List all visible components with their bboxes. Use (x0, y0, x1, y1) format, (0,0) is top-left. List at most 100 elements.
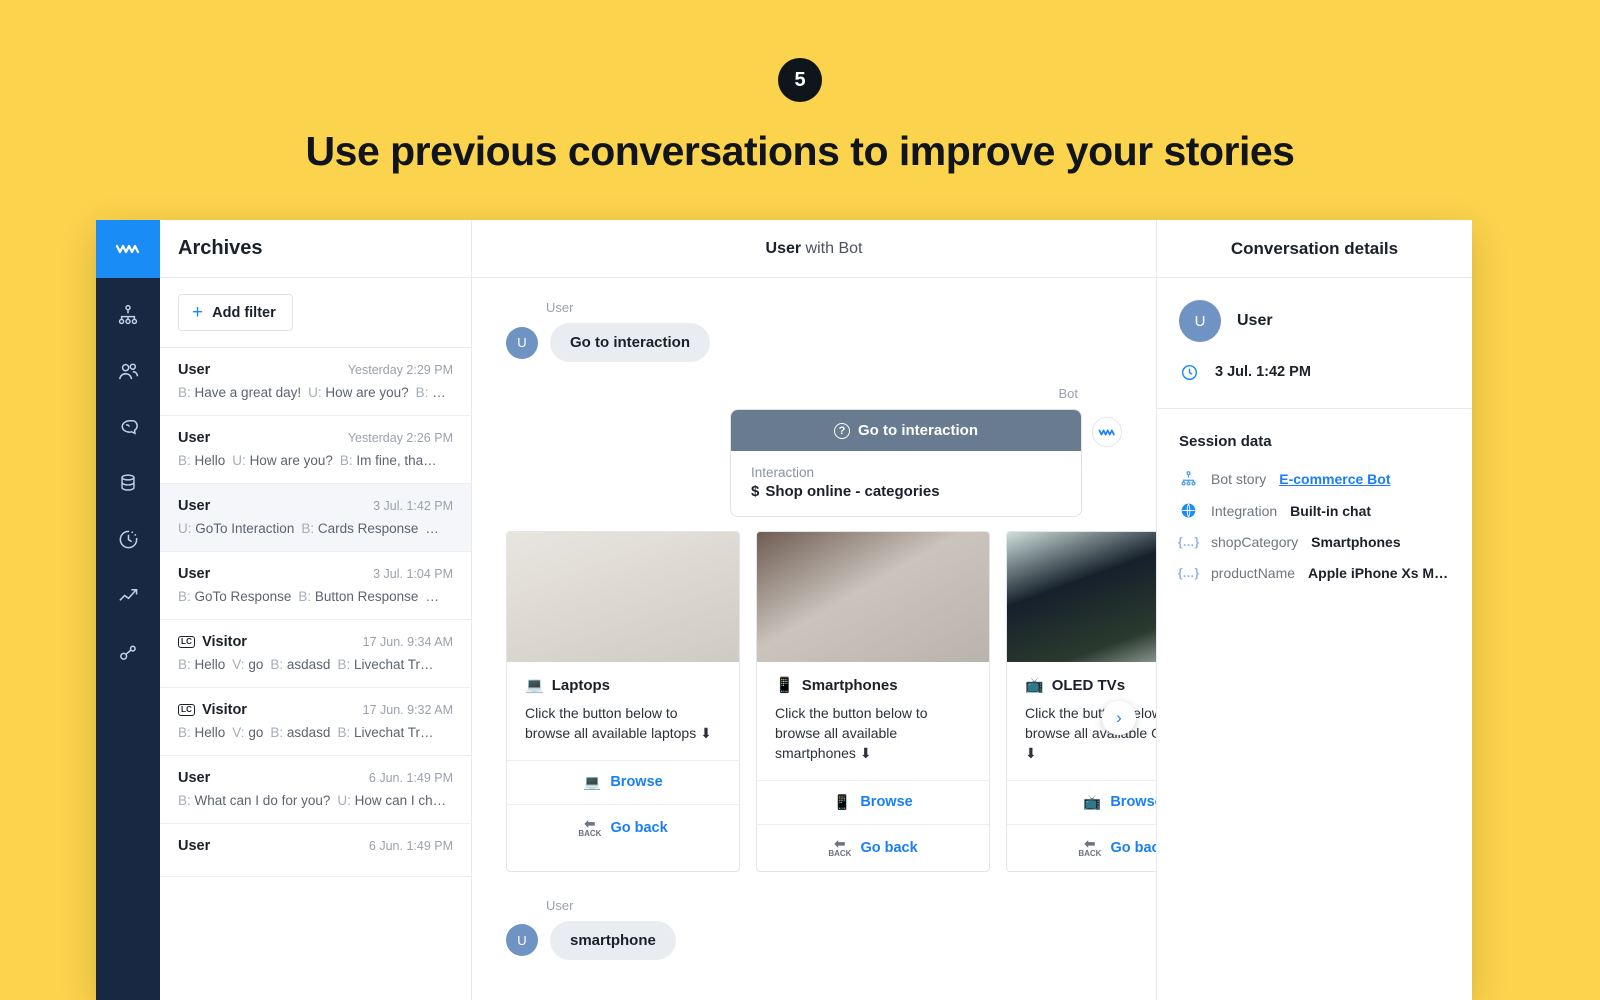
product-card: 📺OLED TVs Click the button below to brow… (1006, 531, 1156, 872)
conversation-item-snippet: B: GoTo Response B: Button Response… (178, 589, 453, 604)
conversation-item-top: LC Visitor 17 Jun. 9:32 AM (178, 702, 453, 718)
snippet-text: What can I do for you? (194, 793, 331, 808)
product-card-description: Click the button below to browse all ava… (775, 705, 928, 761)
conversation-list-item[interactable]: User 6 Jun. 1:49 PM (160, 824, 471, 877)
snippet-prefix: U: (232, 453, 246, 468)
conversation-list-item[interactable]: LC Visitor 17 Jun. 9:32 AM B: Hello V: go B… (160, 688, 471, 756)
session-data-value[interactable]: E-commerce Bot (1279, 471, 1390, 487)
goto-interaction-card-title: Go to interaction (858, 422, 978, 439)
app-logo[interactable] (96, 220, 160, 278)
braces-icon: {…} (1177, 535, 1200, 549)
product-card-title: 💻 Laptops (525, 676, 611, 695)
conversation-header: User with Bot (472, 220, 1156, 278)
session-data-row: Integration Built-in chat (1179, 502, 1450, 519)
org-chart-icon (118, 304, 138, 325)
nodes-icon (119, 645, 136, 660)
product-carousel[interactable]: 💻 Laptops Click the button below to brows… (506, 531, 1156, 872)
session-data-title: Session data (1179, 433, 1272, 450)
snippet-prefix: B: (178, 385, 191, 400)
snippet-text: Livechat Tr… (353, 725, 434, 740)
filter-bar: + Add filter (160, 278, 471, 348)
details-title: Conversation details (1230, 238, 1399, 258)
conversation-list-item[interactable]: User Yesterday 2:26 PM B: Hello U: How ar… (160, 416, 471, 484)
conversation-title-rest: with Bot (801, 239, 863, 257)
add-filter-button[interactable]: + Add filter (178, 294, 293, 331)
carousel-next-button[interactable]: › (1102, 701, 1136, 735)
product-card-description: Click the button below to browse all ava… (1025, 705, 1156, 761)
snippet-text: Hello (194, 657, 226, 672)
snippet-text: Livechat Tr… (353, 657, 434, 672)
conversation-list-item[interactable]: LC Visitor 17 Jun. 9:34 AM B: Hello V: go B… (160, 620, 471, 688)
braces-icon: {…} (1178, 566, 1199, 580)
snippet-text: … (432, 385, 446, 400)
app-window: Archives + Add filter User Yesterday 2:2… (96, 220, 1472, 1000)
conversation-item-who: LC Visitor (178, 702, 247, 718)
add-filter-label: Add filter (212, 304, 276, 321)
sidebar-item-settings[interactable] (113, 636, 143, 666)
clock-icon (1179, 362, 1199, 382)
conversation-item-top: User Yesterday 2:29 PM (178, 362, 453, 378)
card-button[interactable]: 📺 Browse (1007, 779, 1156, 824)
user-message: U Go to interaction (506, 323, 1122, 362)
snippet-text: Have a great day! (194, 385, 302, 400)
session-data-row: Bot story E-commerce Bot (1179, 470, 1450, 487)
card-button-label: Browse (860, 794, 913, 811)
sidebar-item-users[interactable] (113, 356, 143, 386)
snippet-text: Hello (194, 725, 226, 740)
snippet-text: GoTo Interaction (195, 521, 295, 536)
user-message-last: U smartphone (506, 920, 1122, 960)
conversation-item-time: 3 Jul. 1:42 PM (373, 499, 453, 513)
sidebar-item-analytics[interactable] (113, 580, 143, 610)
card-button[interactable]: ⬅BACK Go back (1007, 823, 1156, 871)
livechat-badge: LC (178, 703, 196, 717)
details-user-block: U User 3 Jul. 1:42 PM (1157, 278, 1472, 409)
session-data-value: Smartphones (1311, 534, 1401, 550)
conversation-item-who: User (178, 770, 211, 786)
chevron-right-icon: › (1116, 708, 1122, 727)
page-title: Use previous conversations to improve yo… (305, 128, 1295, 174)
snippet-prefix: B: (178, 589, 191, 604)
conversation-list-item[interactable]: User 3 Jul. 1:42 PM U: GoTo Interaction B… (160, 484, 471, 552)
message-bubble: smartphone (550, 920, 676, 960)
conversation-list[interactable]: User Yesterday 2:29 PM B: Have a great d… (160, 348, 471, 1000)
snippet-prefix: V: (232, 657, 245, 672)
message-bubble: Go to interaction (550, 323, 710, 362)
conversation-item-time: 6 Jun. 1:49 PM (368, 771, 453, 785)
braces-icon: {…} (1177, 535, 1200, 549)
chatbot-zigzag-logo-icon (115, 244, 140, 254)
snippet-prefix: U: (308, 385, 322, 400)
card-button[interactable]: 💻 Browse (507, 759, 739, 804)
interaction-field-label: Interaction (751, 465, 815, 480)
snippet-text: asdasd (286, 725, 331, 740)
sidebar-item-ai-brain[interactable] (113, 412, 143, 442)
product-card-body: 💻 Laptops Click the button below to brows… (507, 662, 739, 760)
snippet-prefix: V: (232, 725, 245, 740)
conversation-item-snippet: B: Hello U: How are you? B: Im fine, tha… (178, 453, 453, 468)
back-arrow-icon: ⬅ BACK (1078, 835, 1102, 858)
plus-icon: + (192, 302, 204, 323)
database-icon (121, 474, 135, 491)
conversation-item-who: User (178, 566, 211, 582)
session-data-row: {…} productName Apple iPhone Xs Max … (1178, 565, 1450, 581)
conversation-list-item[interactable]: User Yesterday 2:29 PM B: Have a great d… (160, 348, 471, 416)
snippet-prefix: B: (178, 453, 191, 468)
product-card-body: 📱 Smartphones Click the button below to b… (757, 662, 989, 780)
snippet-prefix: B: (415, 385, 429, 400)
card-button-label: Go back (1110, 839, 1156, 856)
conversation-item-top: User 6 Jun. 1:49 PM (178, 838, 453, 854)
session-data-block: Session data Bot story E-commerce Bot In… (1157, 409, 1472, 620)
card-button[interactable]: ⬅BACK Go back (757, 823, 989, 871)
conversation-list-item[interactable]: User 6 Jun. 1:49 PM B: What can I do for… (160, 756, 471, 824)
card-button[interactable]: ⬅BACK Go back (507, 803, 739, 851)
card-button[interactable]: 📱 Browse (757, 779, 989, 824)
sidebar-item-knowledge-base[interactable] (113, 468, 143, 498)
conversation-list-item[interactable]: User 3 Jul. 1:04 PM B: GoTo Response B: B… (160, 552, 471, 620)
sidebar-item-archives[interactable] (113, 524, 143, 554)
avatar: U (506, 924, 538, 957)
clock-history-icon (119, 530, 137, 548)
television-emoji-icon: 📺 (1025, 677, 1044, 694)
conversation-title: User with Bot (766, 240, 863, 258)
sidebar-item-stories[interactable] (113, 300, 143, 330)
laptop-emoji-icon: 💻 (525, 677, 544, 694)
brain-icon (121, 419, 138, 435)
